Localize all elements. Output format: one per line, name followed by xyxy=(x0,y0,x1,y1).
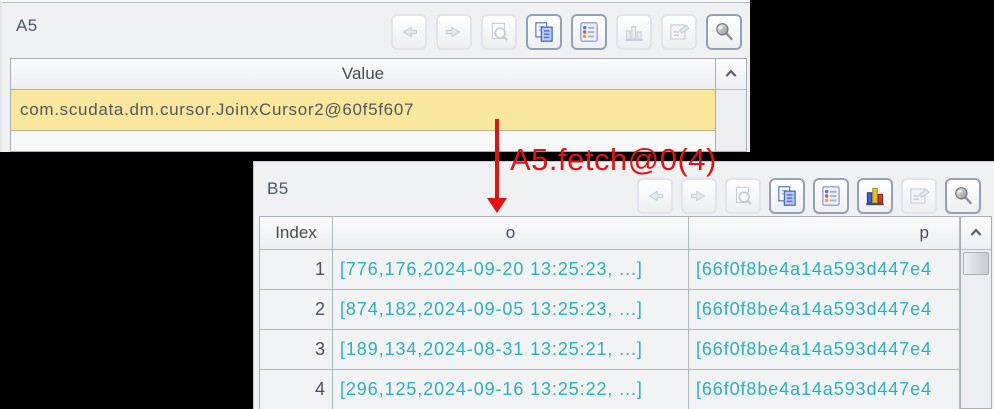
properties-button[interactable] xyxy=(813,178,849,214)
draw-form-button[interactable] xyxy=(901,178,937,214)
a5-value-table: Value com.scudata.dm.cursor.JoinxCursor2… xyxy=(10,58,747,152)
draw-form-button[interactable] xyxy=(661,14,697,50)
properties-button[interactable] xyxy=(571,14,607,50)
b5-cell-o[interactable]: [776,176,2024-09-20 13:25:23, ...] xyxy=(333,250,689,290)
b5-cell-p[interactable]: [66f0f8be4a14a593d447e4 xyxy=(689,370,960,409)
b5-row-index[interactable]: 4 xyxy=(260,370,333,409)
properties-icon xyxy=(822,186,840,206)
b5-panel: B5 Index o p 1 [776,176,2024-09-20 13:25… xyxy=(253,161,994,409)
b5-column-header-index: Index xyxy=(260,217,333,250)
a5-column-header-value: Value xyxy=(11,59,715,90)
b5-row-index[interactable]: 1 xyxy=(260,250,333,290)
b5-panel-title: B5 xyxy=(267,179,289,198)
screenshot-stage: A5 Value com.scudata.dm.cursor.JoinxCurs… xyxy=(0,0,994,409)
b5-row-index[interactable]: 2 xyxy=(260,290,333,330)
a5-panel-title: A5 xyxy=(16,16,38,35)
b5-scroll-up-button[interactable] xyxy=(961,217,991,250)
forward-button[interactable] xyxy=(436,14,472,50)
chart-icon xyxy=(866,187,884,206)
chevron-up-icon xyxy=(725,69,737,77)
print-preview-button[interactable] xyxy=(481,14,517,50)
b5-row-index[interactable]: 3 xyxy=(260,330,333,370)
b5-cell-o[interactable]: [189,134,2024-08-31 13:25:21, ...] xyxy=(333,330,689,370)
chart-button[interactable] xyxy=(857,178,893,214)
b5-cell-o[interactable]: [296,125,2024-09-16 13:25:22, ...] xyxy=(333,370,689,409)
pin-icon xyxy=(716,23,733,41)
b5-cell-o[interactable]: [874,182,2024-09-05 13:25:23, ...] xyxy=(333,290,689,330)
back-button[interactable] xyxy=(637,178,673,214)
copy-button[interactable] xyxy=(769,178,805,214)
a5-scroll-up-button[interactable] xyxy=(716,59,746,90)
copy-button[interactable] xyxy=(526,14,562,50)
chevron-up-icon xyxy=(970,228,982,236)
back-button[interactable] xyxy=(391,14,427,50)
chart-button[interactable] xyxy=(616,14,652,50)
draw-form-icon xyxy=(670,24,690,40)
forward-icon xyxy=(690,190,706,202)
pin-button[interactable] xyxy=(706,14,742,50)
a5-scroll-track[interactable] xyxy=(716,90,746,151)
a5-empty-row xyxy=(11,131,715,151)
copy-icon xyxy=(778,186,796,206)
pin-icon xyxy=(955,187,972,205)
b5-column-header-p: p xyxy=(689,217,960,250)
b5-cell-p[interactable]: [66f0f8be4a14a593d447e4 xyxy=(689,250,960,290)
b5-scrollbar[interactable] xyxy=(960,217,991,408)
forward-icon xyxy=(445,26,461,38)
b5-cell-p[interactable]: [66f0f8be4a14a593d447e4 xyxy=(689,330,960,370)
a5-panel: A5 Value com.scudata.dm.cursor.JoinxCurs… xyxy=(0,0,750,152)
b5-column-header-o: o xyxy=(333,217,689,250)
back-icon xyxy=(402,26,418,38)
print-preview-button[interactable] xyxy=(725,178,761,214)
a5-toolbar xyxy=(391,14,742,50)
b5-scroll-track[interactable] xyxy=(961,275,991,408)
chart-icon xyxy=(625,26,643,41)
print-preview-icon xyxy=(491,22,508,41)
b5-toolbar xyxy=(637,178,981,214)
b5-cell-p[interactable]: [66f0f8be4a14a593d447e4 xyxy=(689,290,960,330)
properties-icon xyxy=(580,22,598,42)
back-icon xyxy=(648,190,664,202)
print-preview-icon xyxy=(735,186,752,205)
copy-icon xyxy=(535,22,553,42)
b5-data-table: Index o p 1 [776,176,2024-09-20 13:25:23… xyxy=(259,216,992,409)
forward-button[interactable] xyxy=(681,178,717,214)
a5-value-row-selected[interactable]: com.scudata.dm.cursor.JoinxCursor2@60f5f… xyxy=(11,90,715,131)
pin-button[interactable] xyxy=(945,178,981,214)
b5-scroll-thumb[interactable] xyxy=(963,252,989,275)
a5-scrollbar[interactable] xyxy=(715,59,746,151)
draw-form-icon xyxy=(910,188,930,204)
